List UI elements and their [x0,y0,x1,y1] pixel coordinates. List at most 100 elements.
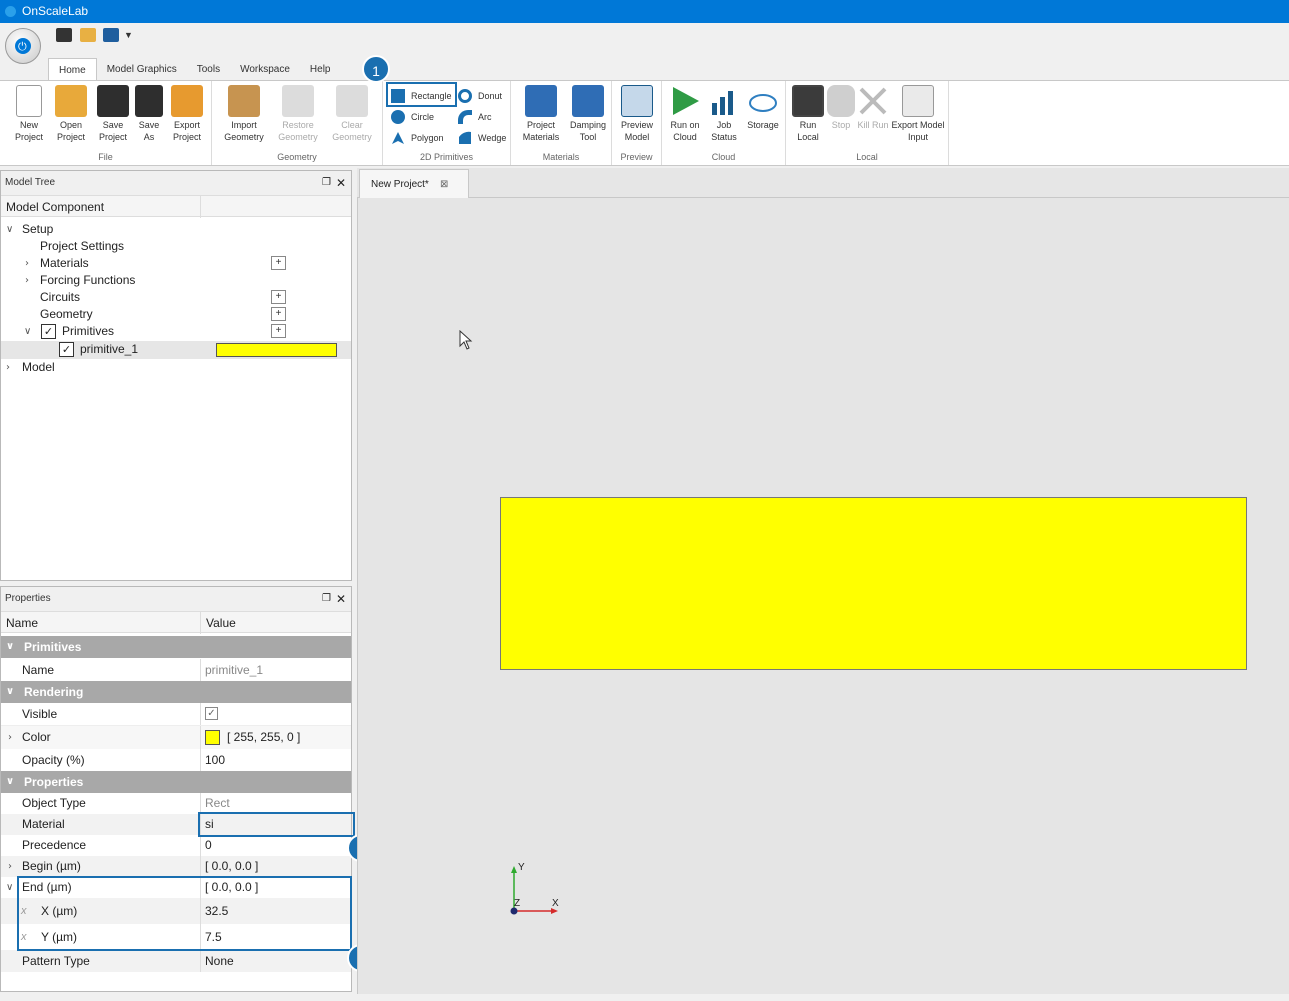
clear-geometry-button[interactable]: Clear Geometry [328,85,376,143]
add-circuit-button[interactable]: + [271,290,286,304]
end-x-field[interactable]: 32.5 [205,898,228,924]
tree-item-materials[interactable]: › Materials + [1,255,351,272]
run-on-cloud-button[interactable]: Run on Cloud [666,85,704,143]
add-material-button[interactable]: + [271,256,286,270]
tree-item-primitives[interactable]: ∨ ✓ Primitives + [1,323,351,340]
opacity-field[interactable]: 100 [205,749,225,771]
tree-item-setup[interactable]: ∨ Setup [1,221,351,238]
open-project-button[interactable]: Open Project [50,85,92,143]
tree-item-project-settings[interactable]: Project Settings [1,238,351,255]
collapsed-arrow-icon[interactable]: › [8,856,12,877]
tree-item-circuits[interactable]: Circuits + [1,289,351,306]
play-icon [669,85,701,117]
application-menu-button[interactable]: ⏻ [5,28,41,64]
visible-checkbox[interactable]: ✓ [205,707,218,720]
mouse-cursor-icon [459,329,473,353]
tab-new-project[interactable]: New Project* ⊠ [359,169,469,198]
tree-item-forcing-functions[interactable]: › Forcing Functions [1,272,351,289]
customize-dropdown-icon[interactable]: ▼ [124,30,133,40]
restore-geometry-button[interactable]: Restore Geometry [274,85,322,143]
model-tree-header: Model Tree ❐ ✕ [1,171,351,195]
quick-open-icon[interactable] [80,28,96,42]
tab-model-graphics[interactable]: Model Graphics [97,58,187,81]
collapsed-arrow-icon[interactable]: › [25,255,29,272]
preview-model-button[interactable]: Preview Model [616,85,658,143]
category-rendering[interactable]: ∨ Rendering [1,681,351,703]
expanded-arrow-icon[interactable]: ∨ [24,323,31,340]
new-project-button[interactable]: New Project [8,85,50,143]
import-geometry-icon [228,85,260,117]
rectangle-button[interactable]: Rectangle [391,87,452,105]
tree-item-model[interactable]: › Model [1,359,351,376]
category-properties[interactable]: ∨ Properties [1,771,351,793]
tab-tools[interactable]: Tools [187,58,230,81]
category-primitives[interactable]: ∨ Primitives [1,636,351,658]
color-swatch[interactable] [205,730,220,745]
collapsed-arrow-icon[interactable]: › [6,359,10,376]
close-icon[interactable]: ✕ [336,171,346,195]
primitive-1-visible-checkbox[interactable]: ✓ [59,342,74,357]
pattern-type-field[interactable]: None [205,950,234,972]
collapsed-arrow-icon[interactable]: › [25,272,29,289]
add-primitive-button[interactable]: + [271,324,286,338]
arc-button[interactable]: Arc [458,108,492,126]
kill-run-button[interactable]: Kill Run [856,85,890,131]
project-materials-button[interactable]: Project Materials [519,85,563,143]
quick-export-icon[interactable] [103,28,119,42]
prop-row-end-x: x X (µm) 32.5 [1,898,351,924]
expanded-arrow-icon[interactable]: ∨ [6,681,14,703]
cloud-group-label: Cloud [711,152,736,162]
kill-run-icon [857,85,889,117]
save-as-button[interactable]: Save As [132,85,166,143]
stop-button[interactable]: Stop [826,85,856,131]
wedge-button[interactable]: Wedge [458,129,506,147]
save-project-button[interactable]: Save Project [92,85,134,143]
float-panel-icon[interactable]: ❐ [322,171,331,195]
export-project-button[interactable]: Export Project [166,85,208,143]
expanded-arrow-icon[interactable]: ∨ [6,636,14,658]
polygon-button[interactable]: Polygon [391,129,444,147]
tab-home[interactable]: Home [48,58,97,81]
local-group: Run Local Stop Kill Run Export Model Inp… [786,81,949,165]
collapsed-arrow-icon[interactable]: › [8,726,12,749]
close-tab-icon[interactable]: ⊠ [440,170,448,200]
damping-tool-button[interactable]: Damping Tool [566,85,610,143]
primitives-visible-checkbox[interactable]: ✓ [41,324,56,339]
preview-group-label: Preview [620,152,653,162]
close-icon[interactable]: ✕ [336,587,346,611]
preview-model-icon [621,85,653,117]
begin-field[interactable]: [ 0.0, 0.0 ] [205,856,258,877]
model-canvas[interactable]: Y X Z [357,198,1289,994]
precedence-field[interactable]: 0 [205,835,212,856]
storage-button[interactable]: Storage [744,85,782,131]
donut-icon [458,89,472,103]
end-y-field[interactable]: 7.5 [205,924,222,950]
prop-row-begin: › Begin (µm) [ 0.0, 0.0 ] [1,856,351,877]
tree-item-geometry[interactable]: Geometry + [1,306,351,323]
donut-button[interactable]: Donut [458,87,502,105]
expanded-arrow-icon[interactable]: ∨ [6,877,13,898]
export-model-input-button[interactable]: Export Model Input [890,85,946,143]
tab-help[interactable]: Help [300,58,341,81]
import-geometry-button[interactable]: Import Geometry [220,85,268,143]
model-tree-panel: Model Tree ❐ ✕ Model Component ∨ Setup P… [0,170,352,581]
materials-group-label: Materials [542,152,580,162]
float-panel-icon[interactable]: ❐ [322,587,331,611]
expanded-arrow-icon[interactable]: ∨ [6,771,14,793]
end-field[interactable]: [ 0.0, 0.0 ] [205,877,258,898]
expanded-arrow-icon[interactable]: ∨ [6,221,13,238]
primitives-group-label: 2D Primitives [419,152,473,162]
tree-item-primitive-1[interactable]: ✓ primitive_1 [1,341,351,359]
properties-panel: Properties ❐ ✕ Name Value ∨ Primitives N… [0,586,352,992]
file-group: New Project Open Project Save Project Sa… [0,81,212,165]
quick-save-icon[interactable] [56,28,72,42]
variable-icon: x [21,905,27,917]
rectangle-primitive[interactable] [500,497,1247,670]
tab-workspace[interactable]: Workspace [230,58,300,81]
material-field[interactable]: si [205,814,214,835]
add-geometry-button[interactable]: + [271,307,286,321]
run-local-button[interactable]: Run Local [790,85,826,143]
job-status-button[interactable]: Job Status [706,85,742,143]
circle-button[interactable]: Circle [391,108,434,126]
cloud-storage-icon [747,85,779,117]
